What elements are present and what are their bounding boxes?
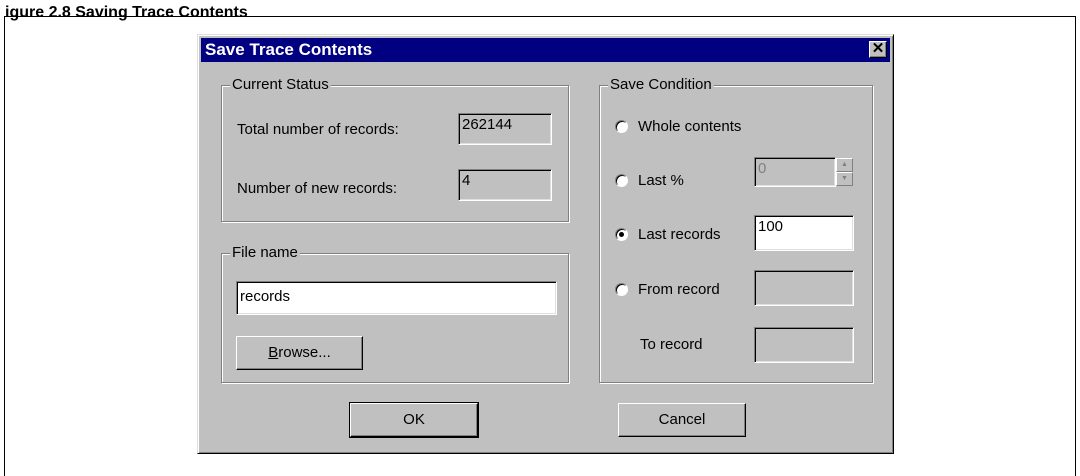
figure-caption: igure 2.8 Saving Trace Contents bbox=[5, 4, 248, 21]
browse-button[interactable]: Browse... bbox=[236, 336, 363, 370]
total-records-field: 262144 bbox=[458, 113, 552, 145]
radio-last-records[interactable] bbox=[615, 228, 628, 241]
file-name-input[interactable]: records bbox=[236, 281, 557, 315]
to-record-input[interactable] bbox=[754, 327, 854, 363]
radio-from-record[interactable] bbox=[615, 283, 628, 296]
last-percent-label[interactable]: Last % bbox=[638, 172, 684, 190]
title-bar[interactable]: Save Trace Contents ✕ bbox=[201, 38, 890, 62]
radio-whole-contents[interactable] bbox=[615, 120, 628, 133]
browse-label: rowse... bbox=[278, 344, 331, 361]
save-trace-dialog: Save Trace Contents ✕ Current Status Tot… bbox=[197, 34, 894, 454]
close-icon: ✕ bbox=[871, 40, 885, 57]
last-records-label[interactable]: Last records bbox=[638, 226, 721, 244]
from-record-label[interactable]: From record bbox=[638, 281, 720, 299]
dialog-title: Save Trace Contents bbox=[205, 40, 373, 59]
current-status-legend: Current Status bbox=[230, 76, 331, 94]
cancel-button[interactable]: Cancel bbox=[618, 403, 746, 437]
current-status-group: Current Status Total number of records: … bbox=[221, 76, 569, 222]
radio-last-percent[interactable] bbox=[615, 174, 628, 187]
from-record-input[interactable] bbox=[754, 270, 854, 306]
whole-contents-label[interactable]: Whole contents bbox=[638, 118, 741, 136]
last-percent-input[interactable]: 0 bbox=[754, 157, 836, 187]
save-condition-group: Save Condition Whole contents Last % 0 ▲… bbox=[599, 76, 873, 383]
total-records-label: Total number of records: bbox=[237, 121, 399, 138]
spin-up-icon[interactable]: ▲ bbox=[836, 158, 853, 172]
last-percent-spinner[interactable]: ▲ ▼ bbox=[836, 158, 853, 187]
close-button[interactable]: ✕ bbox=[869, 41, 887, 58]
browse-label-mnemonic: B bbox=[268, 344, 279, 361]
new-records-field: 4 bbox=[458, 169, 552, 201]
save-condition-legend: Save Condition bbox=[608, 76, 714, 94]
file-name-group: File name records Browse... bbox=[221, 244, 569, 383]
file-name-legend: File name bbox=[230, 244, 300, 262]
to-record-label: To record bbox=[640, 336, 703, 353]
ok-button[interactable]: OK bbox=[349, 402, 479, 438]
spin-down-icon[interactable]: ▼ bbox=[836, 172, 853, 186]
last-records-input[interactable]: 100 bbox=[754, 215, 854, 251]
new-records-label: Number of new records: bbox=[237, 180, 398, 197]
